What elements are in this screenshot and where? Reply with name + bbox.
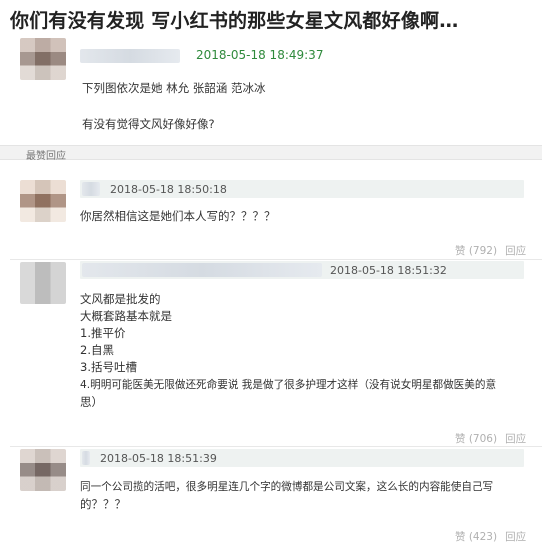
commenter-name-blurred[interactable] (82, 451, 90, 465)
reply-button[interactable]: 回应 (505, 433, 526, 445)
comment-text-line: 4.明明可能医美无限做还死命要说 我是做了很多护理才这样（没有说女明星都做医美的… (80, 379, 497, 391)
reply-button[interactable]: 回应 (505, 245, 526, 257)
commenter-name-blurred[interactable] (82, 182, 100, 196)
comment-text-line: 的？？？ (80, 497, 126, 511)
post-body-line: 有没有觉得文风好像好像? (82, 117, 215, 131)
comment-text-line: 文风都是批发的 (80, 292, 161, 306)
comment-actions: 赞 (423) 回应 (455, 529, 526, 544)
comment-actions: 赞 (792) 回应 (455, 243, 526, 258)
author-name-blurred[interactable] (80, 49, 180, 63)
comment-text-line: 思） (80, 395, 103, 409)
comment-text-line: 1.推平价 (80, 326, 126, 340)
commenter-avatar[interactable] (20, 449, 66, 491)
section-label: 最赞回应 (26, 151, 66, 162)
comment-timestamp: 2018-05-18 18:51:32 (330, 264, 447, 277)
page-title: 你们有没有发现 写小红书的那些女星文风都好像啊… (10, 10, 459, 32)
comment-text-line: 2.自黑 (80, 343, 114, 357)
comment-text-line: 3.括号吐槽 (80, 360, 137, 374)
comment-divider (10, 446, 542, 447)
commenter-name-blurred[interactable] (82, 263, 322, 277)
comment-text-line: 同一个公司揽的活吧，很多明星连几个字的微博都是公司文案，这么长的内容能使自己写 (80, 481, 494, 493)
comment-text: 你居然相信这是她们本人写的？？？？ (80, 209, 276, 223)
comment-timestamp: 2018-05-18 18:51:39 (100, 452, 217, 465)
like-button[interactable]: 赞 (706) (455, 433, 497, 445)
comment-actions: 赞 (706) 回应 (455, 431, 526, 446)
like-button[interactable]: 赞 (423) (455, 531, 497, 543)
author-avatar[interactable] (20, 38, 66, 80)
post-timestamp: 2018-05-18 18:49:37 (196, 48, 324, 62)
commenter-avatar[interactable] (20, 262, 66, 304)
commenter-avatar[interactable] (20, 180, 66, 222)
comment-timestamp: 2018-05-18 18:50:18 (110, 183, 227, 196)
like-button[interactable]: 赞 (792) (455, 245, 497, 257)
comment-divider (10, 259, 542, 260)
post-body-line: 下列图依次是她 林允 张韶涵 范冰冰 (82, 81, 266, 95)
comment-text-line: 大概套路基本就是 (80, 309, 172, 323)
section-header-bar (0, 145, 542, 160)
reply-button[interactable]: 回应 (505, 531, 526, 543)
